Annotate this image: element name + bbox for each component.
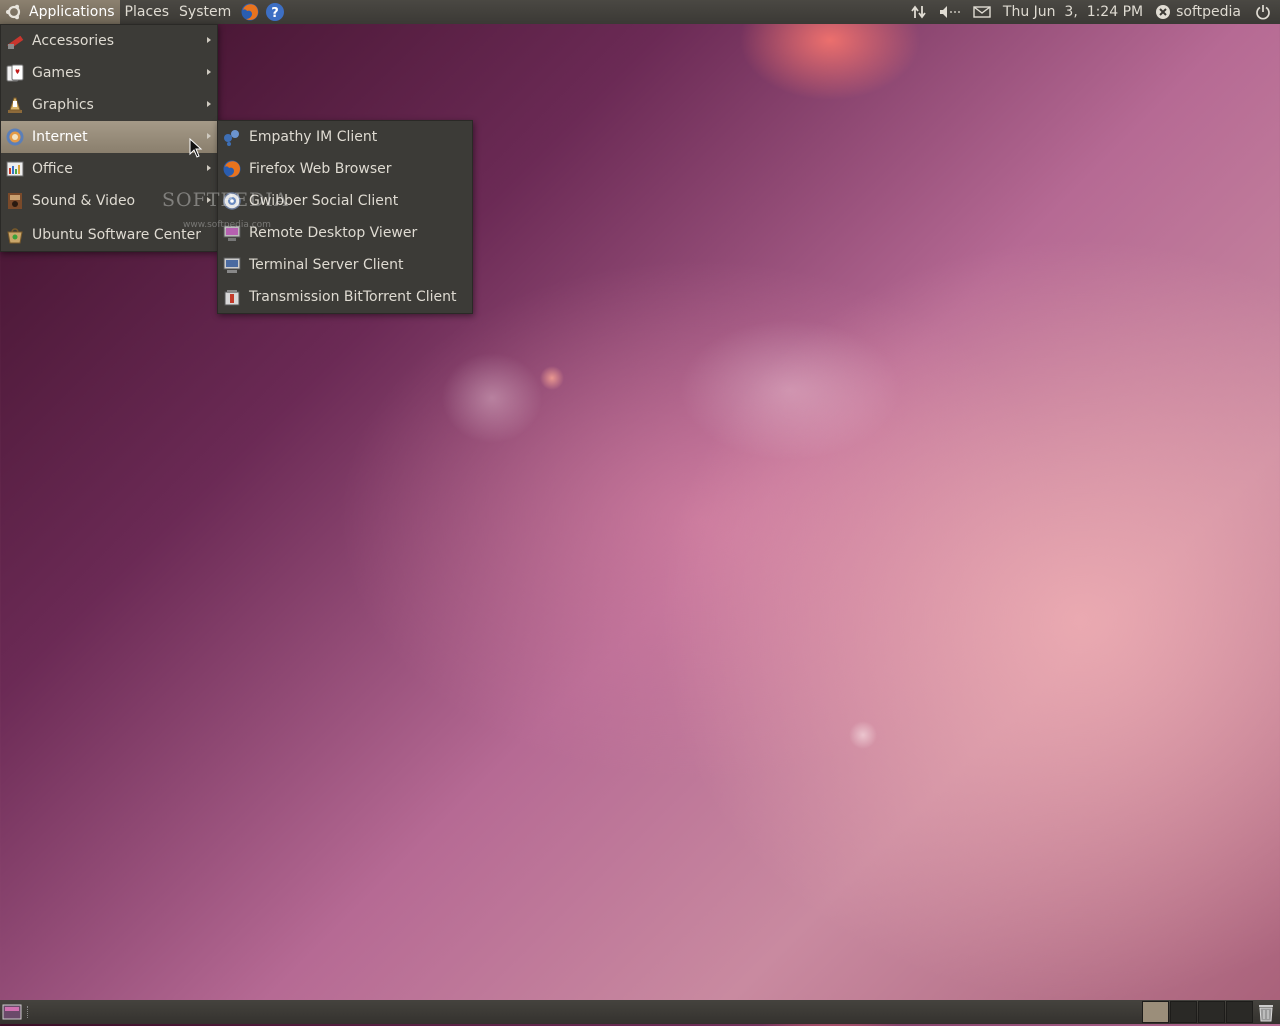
network-arrows-icon[interactable] [905, 0, 933, 24]
menu-item-graphics[interactable]: Graphics [1, 89, 217, 121]
ubuntu-logo-icon [5, 3, 23, 21]
accessories-icon [5, 31, 25, 51]
games-icon [5, 63, 25, 83]
applications-menu-label: Applications [29, 4, 115, 20]
svg-text:?: ? [271, 6, 279, 21]
workspace-1[interactable] [1142, 1001, 1169, 1023]
system-menu-label: System [179, 4, 232, 20]
menu-item-label: Office [32, 161, 73, 177]
sound-video-icon [5, 191, 25, 211]
terminal-server-icon [222, 255, 242, 275]
menu-item-label: Accessories [32, 33, 115, 49]
menu-item-label: Internet [32, 129, 88, 145]
workspace-3[interactable] [1198, 1001, 1225, 1023]
places-menu-button[interactable]: Places [120, 0, 175, 24]
menu-item-internet[interactable]: Internet [1, 121, 217, 153]
softpedia-watermark-url: www.softpedia.com [183, 220, 271, 230]
firefox-icon [222, 159, 242, 179]
menu-item-games[interactable]: Games [1, 57, 217, 89]
top-panel: Applications Places System ? Thu Jun 3, … [0, 0, 1280, 24]
menu-item-empathy[interactable]: Empathy IM Client [218, 121, 472, 153]
mail-envelope-icon[interactable] [967, 0, 997, 24]
submenu-arrow-icon [207, 133, 211, 139]
menu-item-label: Graphics [32, 97, 94, 113]
office-icon [5, 159, 25, 179]
software-center-icon [5, 225, 25, 245]
menu-item-label: Remote Desktop Viewer [249, 225, 418, 241]
help-launcher-icon[interactable]: ? [264, 1, 286, 23]
menu-item-label: Games [32, 65, 81, 81]
submenu-arrow-icon [207, 101, 211, 107]
power-icon[interactable] [1247, 0, 1280, 24]
firefox-launcher-icon[interactable] [239, 1, 261, 23]
softpedia-watermark: SOFTPEDIA [162, 189, 289, 211]
menu-item-label: Firefox Web Browser [249, 161, 392, 177]
mouse-pointer-icon [189, 137, 203, 162]
menu-item-label: Terminal Server Client [249, 257, 404, 273]
menu-item-label: Sound & Video [32, 193, 136, 209]
places-menu-label: Places [124, 4, 170, 20]
menu-item-terminal-server[interactable]: Terminal Server Client [218, 249, 472, 281]
submenu-arrow-icon [207, 69, 211, 75]
internet-submenu: Empathy IM Client Firefox Web Browser Gw… [217, 120, 473, 314]
user-name-label: softpedia [1176, 4, 1241, 20]
menu-item-label: Transmission BitTorrent Client [249, 289, 457, 305]
clock-label: Thu Jun 3, 1:24 PM [1002, 4, 1144, 20]
system-menu-button[interactable]: System [174, 0, 236, 24]
menu-item-accessories[interactable]: Accessories [1, 25, 217, 57]
bottom-panel [0, 1000, 1280, 1024]
system-tray: Thu Jun 3, 1:24 PM softpedia [905, 0, 1280, 24]
workspace-4[interactable] [1226, 1001, 1253, 1023]
user-menu[interactable]: softpedia [1149, 0, 1247, 24]
show-desktop-icon[interactable] [2, 1004, 24, 1024]
submenu-arrow-icon [207, 37, 211, 43]
internet-icon [5, 127, 25, 147]
applications-menu-button[interactable]: Applications [0, 0, 120, 24]
empathy-icon [222, 127, 242, 147]
speaker-icon[interactable] [933, 0, 967, 24]
user-status-icon [1155, 4, 1171, 20]
menu-item-office[interactable]: Office [1, 153, 217, 185]
panel-handle[interactable] [27, 1006, 31, 1018]
workspace-2[interactable] [1170, 1001, 1197, 1023]
menu-item-transmission[interactable]: Transmission BitTorrent Client [218, 281, 472, 313]
graphics-icon [5, 95, 25, 115]
clock[interactable]: Thu Jun 3, 1:24 PM [997, 0, 1149, 24]
menu-item-firefox[interactable]: Firefox Web Browser [218, 153, 472, 185]
applications-menu: Accessories Games Graphics Internet Offi… [0, 24, 218, 252]
trash-icon[interactable] [1256, 1002, 1276, 1026]
transmission-icon [222, 287, 242, 307]
menu-item-label: Ubuntu Software Center [32, 227, 201, 243]
submenu-arrow-icon [207, 165, 211, 171]
menu-item-label: Empathy IM Client [249, 129, 378, 145]
